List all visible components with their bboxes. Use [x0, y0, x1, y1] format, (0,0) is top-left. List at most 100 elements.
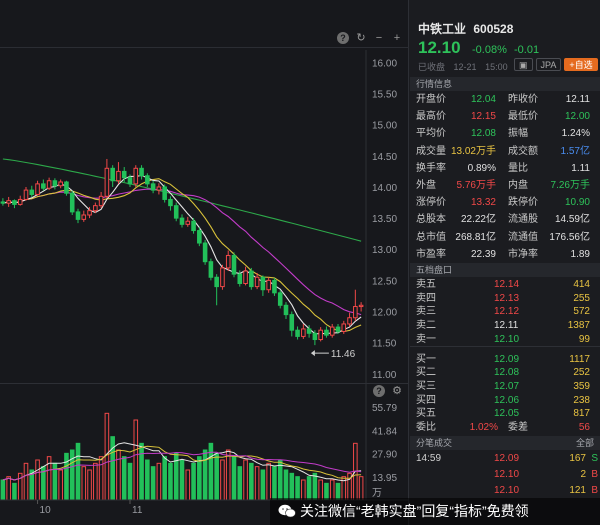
sell-level-row[interactable]: 卖二 12.11 1387	[410, 319, 600, 333]
quote-label: 开盘价	[416, 94, 446, 105]
status-text: 已收盘	[418, 62, 446, 72]
volume-bar	[243, 459, 248, 501]
buy-level-row[interactable]: 买一 12.09 1117	[410, 353, 600, 367]
tick-price: 12.10	[494, 485, 520, 496]
volume-settings-icon[interactable]: ⚙	[391, 385, 403, 397]
wechat-icon	[278, 504, 296, 518]
candle-body	[35, 183, 40, 195]
lock-icon[interactable]: ▣	[514, 58, 533, 71]
level-label: 买二	[416, 367, 436, 379]
sell-level-row[interactable]: 卖三 12.12 572	[410, 305, 600, 319]
candle-body	[179, 217, 185, 225]
volume-bar	[225, 449, 231, 501]
volume-bar	[249, 462, 254, 501]
quote-value: 1.24%	[561, 128, 590, 140]
quote-label: 涨停价	[416, 197, 446, 209]
candle-body	[75, 211, 81, 220]
weibi-row: 委比 1.02% 委差 56	[410, 420, 600, 435]
volume-bar	[260, 469, 266, 501]
volume-bar	[358, 476, 364, 501]
candle-body	[289, 314, 295, 331]
quote-row: 涨停价 13.32 跌停价 10.90	[410, 194, 600, 211]
candle-body	[185, 220, 191, 225]
level-label: 买一	[416, 353, 436, 365]
candle-body	[266, 279, 271, 291]
candle-body	[156, 186, 162, 191]
level-price: 12.07	[494, 380, 520, 392]
candle-body	[58, 181, 63, 187]
volume-bar	[139, 442, 144, 501]
kline-chart-area[interactable]: ? ↻ − + 16.00 15.50 15.00 14.50 14.00 13.50 13…	[0, 0, 409, 525]
stock-header: 中铁工业 600528	[418, 20, 517, 37]
wechat-watermark: 关注微信“老韩实盘”回复“指标”免费领	[270, 498, 600, 525]
level-volume: 1387	[567, 320, 590, 332]
quote-row: 总市值 268.81亿 流通值 176.56亿	[410, 229, 600, 246]
weicha-value: 56	[578, 422, 590, 433]
candle-body	[87, 210, 92, 216]
candle-body	[93, 205, 98, 212]
quote-row: 换手率 0.89% 量比 1.11	[410, 160, 600, 177]
price-axis-label: 13.50	[372, 214, 397, 225]
quote-value: 12.08	[470, 128, 496, 140]
candle-body	[145, 175, 150, 185]
volume-bar	[145, 459, 150, 501]
quote-label: 成交额	[508, 145, 538, 157]
quote-label: 市净率	[508, 248, 538, 260]
volume-bar	[121, 456, 127, 501]
volume-bar	[162, 456, 167, 501]
quote-row: 总股本 22.22亿 流通股 14.59亿	[410, 211, 600, 228]
jpa-button[interactable]: JPA	[535, 58, 562, 71]
volume-axis-label: 55.79	[372, 403, 397, 414]
quote-value: 12.15	[470, 111, 496, 123]
candle-body	[353, 306, 358, 319]
tick-volume: 121	[569, 485, 586, 496]
orderbook-divider	[410, 346, 600, 347]
volume-axis-label: 41.84	[372, 426, 397, 437]
volume-bar	[75, 442, 81, 501]
level-price: 12.11	[494, 320, 519, 332]
volume-bar	[295, 476, 300, 501]
candle-body	[254, 276, 260, 288]
tick-price: 12.09	[494, 453, 520, 464]
volume-bar	[301, 479, 306, 501]
quote-value: 1.11	[571, 162, 590, 174]
quote-label: 流通股	[508, 214, 538, 226]
weicha-label: 委差	[508, 422, 528, 433]
candle-body	[168, 198, 173, 207]
volume-bar	[191, 462, 196, 501]
level-volume: 255	[573, 292, 590, 304]
buy-level-row[interactable]: 买二 12.08 252	[410, 366, 600, 380]
sell-level-row[interactable]: 卖四 12.13 255	[410, 292, 600, 306]
quote-section-title: 行情信息	[410, 77, 600, 91]
buy-level-row[interactable]: 买四 12.06 238	[410, 394, 600, 408]
volume-bar	[35, 459, 40, 501]
add-watchlist-button[interactable]: +自选	[564, 58, 598, 71]
candle-body	[6, 200, 11, 204]
level-price: 12.06	[494, 394, 520, 406]
buy-level-row[interactable]: 买三 12.07 359	[410, 380, 600, 394]
candle-body	[283, 304, 289, 316]
candle-body	[335, 326, 341, 332]
volume-bar	[156, 462, 162, 501]
status-time: 15:00	[485, 62, 508, 72]
candle-body	[98, 195, 104, 207]
candle-body	[202, 242, 208, 263]
tick-row: 14:59 12.09 167 S	[410, 452, 600, 466]
sell-level-row[interactable]: 卖五 12.14 414	[410, 278, 600, 292]
quote-value: 13.32	[470, 197, 496, 209]
sell-level-row[interactable]: 卖一 12.10 99	[410, 333, 600, 347]
ticks-section-title: 分笔成交 全部	[410, 436, 600, 450]
level-label: 卖四	[416, 292, 436, 304]
volume-help-icon[interactable]: ?	[373, 385, 385, 397]
quote-label: 外盘	[416, 180, 436, 191]
ticks-all-link[interactable]: 全部	[576, 436, 594, 450]
candlestick-chart[interactable]: 16.00 15.50 15.00 14.50 14.00 13.50 13.00 12.50…	[0, 0, 409, 525]
price-axis-label: 14.00	[372, 183, 397, 194]
buy-level-row[interactable]: 买五 12.05 817	[410, 407, 600, 421]
candle-body	[162, 186, 167, 200]
candle-body	[231, 254, 237, 275]
candle-body	[104, 167, 110, 197]
level-price: 12.12	[494, 306, 520, 318]
quote-label: 内盘	[508, 180, 528, 191]
level-price: 12.09	[494, 353, 520, 365]
